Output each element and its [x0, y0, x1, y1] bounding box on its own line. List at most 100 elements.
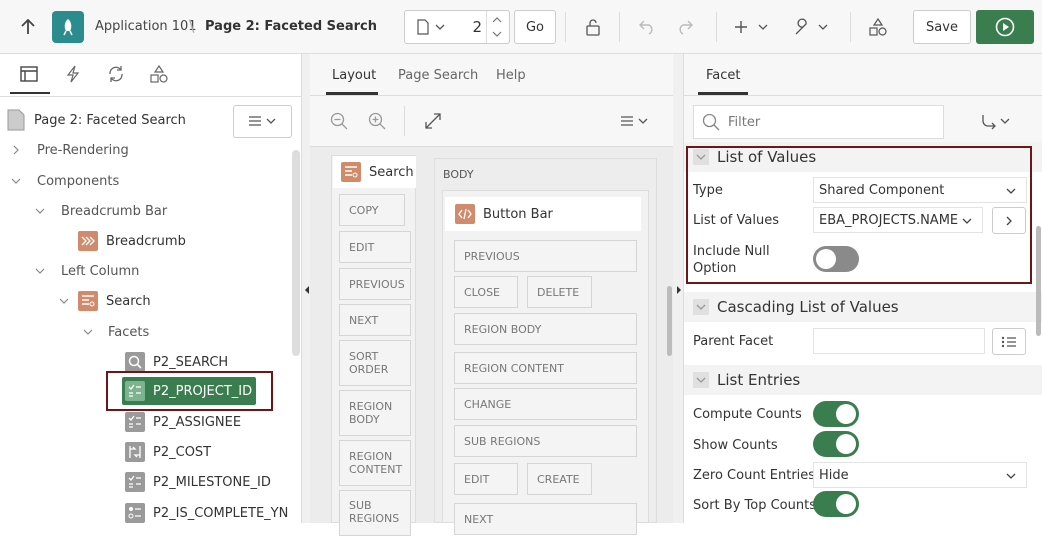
position-region-content[interactable]: REGION CONTENT [454, 352, 637, 384]
rendering-tab-icon[interactable] [20, 66, 38, 82]
position-edit[interactable]: EDIT [454, 463, 518, 495]
right-splitter[interactable] [673, 54, 683, 523]
tree-menu-button[interactable] [233, 105, 292, 138]
tree-label: Breadcrumb Bar [61, 203, 168, 219]
go-to-group-button[interactable] [957, 105, 1037, 139]
position-sub-regions[interactable]: SUB REGIONS [454, 425, 637, 457]
tree-item-p2-milestone-id[interactable]: P2_MILESTONE_ID [125, 468, 271, 496]
left-splitter[interactable] [302, 54, 310, 523]
position-region-content[interactable]: REGION CONTENT [339, 440, 411, 486]
tree-label: P2_MILESTONE_ID [153, 474, 271, 490]
run-page-button[interactable] [976, 10, 1034, 44]
page-down-icon[interactable] [492, 31, 502, 37]
position-next[interactable]: NEXT [454, 503, 637, 535]
chevron-down-icon[interactable] [693, 372, 709, 388]
position-previous[interactable]: PREVIOUS [454, 240, 637, 272]
page-up-icon[interactable] [492, 17, 502, 23]
button-bar-label: Button Bar [483, 206, 553, 222]
position-sub-regions[interactable]: SUB REGIONS [339, 490, 411, 536]
create-menu-button[interactable] [732, 14, 772, 40]
undo-icon[interactable] [634, 14, 660, 40]
tree-item-left-column[interactable]: Left Column [33, 257, 139, 285]
left-scrollbar[interactable] [292, 150, 300, 356]
zero-count-entries-value: Hide [819, 467, 849, 483]
play-icon [995, 17, 1015, 37]
tree-root[interactable]: Page 2: Faceted Search [7, 106, 186, 134]
filter-input[interactable]: Filter [693, 105, 944, 139]
tree-item-search[interactable]: Search [57, 287, 151, 315]
tree-item-pre-rendering[interactable]: Pre-Rendering [9, 136, 129, 164]
page-number-input[interactable]: 2 [456, 11, 482, 43]
position-change[interactable]: CHANGE [454, 388, 637, 420]
wrench-icon[interactable] [791, 14, 831, 40]
position-sort-order[interactable]: SORT ORDER [339, 340, 411, 386]
section-cascading-lov[interactable]: Cascading List of Values [684, 292, 1042, 322]
tree-item-breadcrumb[interactable]: Breadcrumb [78, 227, 186, 255]
compute-counts-toggle[interactable] [813, 401, 859, 427]
tab-layout[interactable]: Layout [332, 68, 376, 83]
tree-item-p2-assignee[interactable]: P2_ASSIGNEE [125, 408, 241, 436]
chevron-right-icon[interactable] [9, 143, 23, 157]
search-region-header[interactable]: Search [333, 156, 416, 188]
processing-tab-icon[interactable] [107, 65, 125, 83]
redo-icon[interactable] [672, 14, 698, 40]
zoom-in-icon[interactable] [368, 112, 386, 130]
section-list-entries[interactable]: List Entries [684, 365, 1042, 395]
filter-placeholder: Filter [728, 115, 761, 130]
position-close[interactable]: CLOSE [454, 276, 518, 308]
tree-label: Left Column [61, 263, 140, 279]
position-region-body[interactable]: REGION BODY [339, 390, 411, 436]
tree-label: Pre-Rendering [37, 142, 129, 158]
active-tab-indicator [10, 92, 50, 94]
chevron-down-icon[interactable] [693, 299, 709, 315]
active-tab-indicator [698, 92, 748, 95]
chevron-down-icon[interactable] [33, 204, 47, 218]
button-bar-header[interactable]: Button Bar [445, 197, 641, 231]
app-name-link[interactable]: Application 101 [95, 19, 197, 34]
sort-by-top-counts-toggle[interactable] [813, 491, 859, 517]
tree-item-components[interactable]: Components [9, 167, 119, 195]
shared-components-icon[interactable] [865, 14, 891, 40]
app-icon[interactable] [52, 11, 84, 43]
tree-root-label: Page 2: Faceted Search [34, 112, 186, 128]
radio-list-icon [125, 503, 145, 523]
layout-menu-icon[interactable] [620, 116, 650, 128]
go-button[interactable]: Go [514, 10, 556, 44]
parent-facet-list-button[interactable] [992, 328, 1026, 355]
page-icon [417, 19, 429, 35]
middle-scrollbar[interactable] [667, 286, 672, 356]
right-scrollbar[interactable] [1036, 226, 1041, 336]
chevron-down-icon[interactable] [81, 325, 95, 339]
tree-item-facets[interactable]: Facets [81, 318, 149, 346]
position-previous[interactable]: PREVIOUS [339, 268, 411, 300]
zoom-out-icon[interactable] [330, 112, 348, 130]
position-next[interactable]: NEXT [339, 304, 411, 336]
parent-facet-input[interactable] [813, 328, 985, 354]
zero-count-entries-select[interactable]: Hide [813, 462, 1027, 488]
tree-item-breadcrumb-bar[interactable]: Breadcrumb Bar [33, 197, 167, 225]
tree-label: Facets [108, 324, 150, 340]
page-selector[interactable]: 2 [404, 10, 510, 44]
shared-components-tab-icon[interactable] [150, 65, 168, 83]
position-delete[interactable]: DELETE [527, 276, 592, 308]
position-region-body[interactable]: REGION BODY [454, 313, 637, 345]
expand-icon[interactable] [425, 113, 441, 129]
up-arrow-icon[interactable] [14, 14, 42, 40]
tab-help[interactable]: Help [496, 68, 526, 83]
chevron-down-icon[interactable] [57, 294, 71, 308]
tab-facet[interactable]: Facet [706, 68, 741, 83]
chevron-down-icon[interactable] [33, 264, 47, 278]
unlock-icon[interactable] [580, 14, 606, 40]
chevron-down-icon[interactable] [9, 174, 23, 188]
position-edit[interactable]: EDIT [339, 231, 411, 263]
tree-label: P2_COST [153, 444, 212, 460]
tab-page-search[interactable]: Page Search [398, 68, 478, 83]
position-create[interactable]: CREATE [527, 463, 592, 495]
save-button[interactable]: Save [913, 10, 971, 44]
faceted-search-region-icon [341, 162, 361, 182]
show-counts-toggle[interactable] [813, 431, 859, 457]
section-title: Cascading List of Values [717, 298, 899, 316]
position-copy[interactable]: COPY [339, 194, 405, 226]
tree-item-p2-cost[interactable]: P2_COST [125, 438, 211, 466]
dynamic-actions-tab-icon[interactable] [66, 65, 80, 83]
